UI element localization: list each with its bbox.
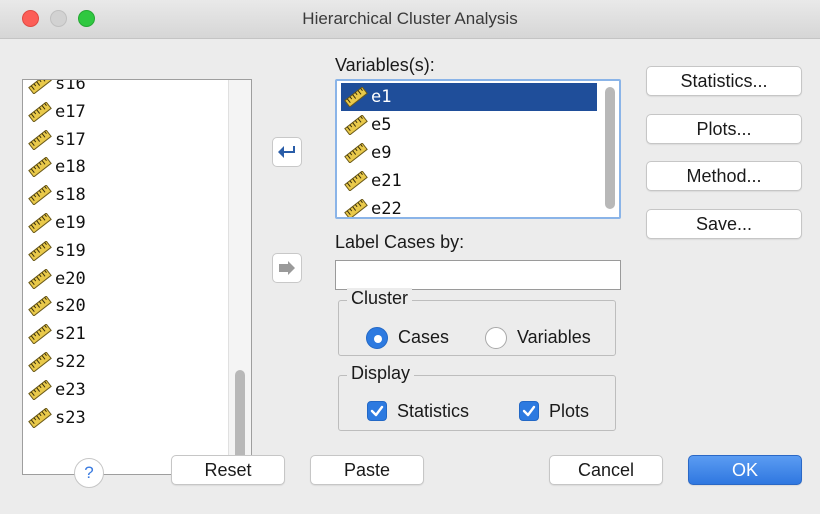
ruler-scale-icon	[28, 268, 52, 289]
source-variable-item[interactable]: s18	[27, 181, 86, 209]
ruler-scale-icon	[344, 143, 368, 163]
selected-variable-label: e5	[371, 115, 392, 135]
dialog-body: s16 e17 s17 e18 s18 e19 s19 e20 s20 s21 s22 e23 s23 …	[0, 39, 820, 514]
display-plots-checkbox[interactable]	[519, 401, 539, 421]
arrow-right-icon	[279, 261, 295, 275]
variables-list-scroll-thumb[interactable]	[605, 87, 615, 209]
display-statistics-label[interactable]: Statistics	[397, 401, 469, 422]
variables-label: Variables(s):	[335, 55, 435, 75]
source-variable-label: s23	[55, 407, 86, 428]
source-variable-label: e17	[55, 101, 86, 122]
cluster-cases-label[interactable]: Cases	[398, 327, 449, 348]
source-variable-item[interactable]: s20	[27, 292, 86, 320]
cluster-variables-label[interactable]: Variables	[517, 327, 591, 348]
label-cases-label: Label Cases by:	[335, 232, 465, 252]
variables-list[interactable]: e1 e5 e9 e21 e22	[335, 79, 621, 219]
checkmark-icon	[370, 405, 384, 417]
cluster-group-title: Cluster	[347, 288, 413, 309]
cancel-button[interactable]: Cancel	[549, 455, 663, 485]
title-bar: Hierarchical Cluster Analysis	[0, 0, 820, 39]
display-statistics-checkbox[interactable]	[367, 401, 387, 421]
selected-variable-label: e9	[371, 143, 392, 163]
ruler-scale-icon	[28, 240, 52, 261]
source-variable-label: s19	[55, 240, 86, 261]
plots-button[interactable]: Plots...	[646, 114, 802, 144]
variables-list-scrollbar[interactable]	[601, 81, 619, 217]
source-variable-item[interactable]: e17	[27, 98, 86, 126]
display-plots-label[interactable]: Plots	[549, 401, 589, 422]
source-variable-label: s21	[55, 324, 86, 345]
source-variable-label: e20	[55, 268, 86, 289]
source-variable-label: s17	[55, 129, 86, 150]
selected-variable-item[interactable]: e21	[341, 167, 597, 195]
selected-variable-item[interactable]: e1	[341, 83, 597, 111]
ruler-scale-icon	[344, 115, 368, 135]
method-button[interactable]: Method...	[646, 161, 802, 191]
help-button[interactable]: ?	[74, 458, 104, 488]
source-variable-label: s18	[55, 185, 86, 206]
ruler-scale-icon	[28, 157, 52, 178]
source-variable-item[interactable]: s21	[27, 320, 86, 348]
ruler-scale-icon	[344, 199, 368, 217]
selected-variable-item[interactable]: e9	[341, 139, 597, 167]
source-variable-label: s16	[55, 79, 86, 94]
source-variable-label: s20	[55, 296, 86, 317]
source-variable-item[interactable]: s16	[27, 79, 86, 98]
source-variable-label: e23	[55, 379, 86, 400]
label-cases-field[interactable]	[335, 260, 621, 290]
reset-button[interactable]: Reset	[171, 455, 285, 485]
checkmark-icon	[522, 405, 536, 417]
ruler-scale-icon	[28, 352, 52, 372]
ruler-scale-icon	[28, 185, 52, 206]
source-list-scrollbar[interactable]	[228, 80, 251, 474]
ruler-scale-icon	[28, 213, 52, 233]
source-variable-label: e19	[55, 213, 86, 233]
ruler-scale-icon	[344, 87, 368, 107]
arrow-left-icon	[278, 146, 295, 158]
selected-variable-label: e21	[371, 171, 402, 191]
save-button[interactable]: Save...	[646, 209, 802, 239]
selected-variable-item[interactable]: e5	[341, 111, 597, 139]
window-title: Hierarchical Cluster Analysis	[302, 9, 518, 28]
source-variable-item[interactable]: s19	[27, 237, 86, 265]
source-variable-item[interactable]: s17	[27, 126, 86, 154]
source-variable-item[interactable]: e19	[27, 209, 86, 237]
ruler-scale-icon	[28, 324, 52, 345]
cluster-variables-radio[interactable]	[485, 327, 507, 349]
source-variable-item[interactable]: e18	[27, 153, 86, 181]
move-to-variables-button[interactable]	[272, 137, 302, 167]
source-variable-item[interactable]: s22	[27, 348, 86, 376]
ok-button[interactable]: OK	[688, 455, 802, 485]
selected-variable-label: e1	[371, 87, 392, 107]
ruler-scale-icon	[28, 407, 52, 428]
move-to-label-cases-button[interactable]	[272, 253, 302, 283]
source-variable-item[interactable]: e23	[27, 376, 86, 404]
source-variable-item[interactable]: s23	[27, 404, 86, 432]
source-variable-item[interactable]: e20	[27, 265, 86, 293]
ruler-scale-icon	[28, 129, 52, 150]
ruler-scale-icon	[28, 296, 52, 317]
display-group-title: Display	[347, 363, 415, 384]
selected-variable-label: e22	[371, 199, 402, 219]
cluster-cases-radio[interactable]	[366, 327, 388, 349]
display-group: Display Statistics Plots	[338, 363, 616, 431]
selected-variable-item[interactable]: e22	[341, 195, 597, 219]
source-variable-label: e18	[55, 157, 86, 178]
ruler-scale-icon	[344, 171, 368, 191]
paste-button[interactable]: Paste	[310, 455, 424, 485]
cluster-group: Cluster Cases Variables	[338, 288, 616, 356]
statistics-button[interactable]: Statistics...	[646, 66, 802, 96]
ruler-scale-icon	[28, 101, 52, 122]
source-variable-list[interactable]: s16 e17 s17 e18 s18 e19 s19 e20 s20 s21 s22 e23 s23	[22, 79, 252, 475]
ruler-scale-icon	[28, 379, 52, 400]
source-variable-label: s22	[55, 352, 86, 372]
ruler-scale-icon	[28, 80, 52, 94]
